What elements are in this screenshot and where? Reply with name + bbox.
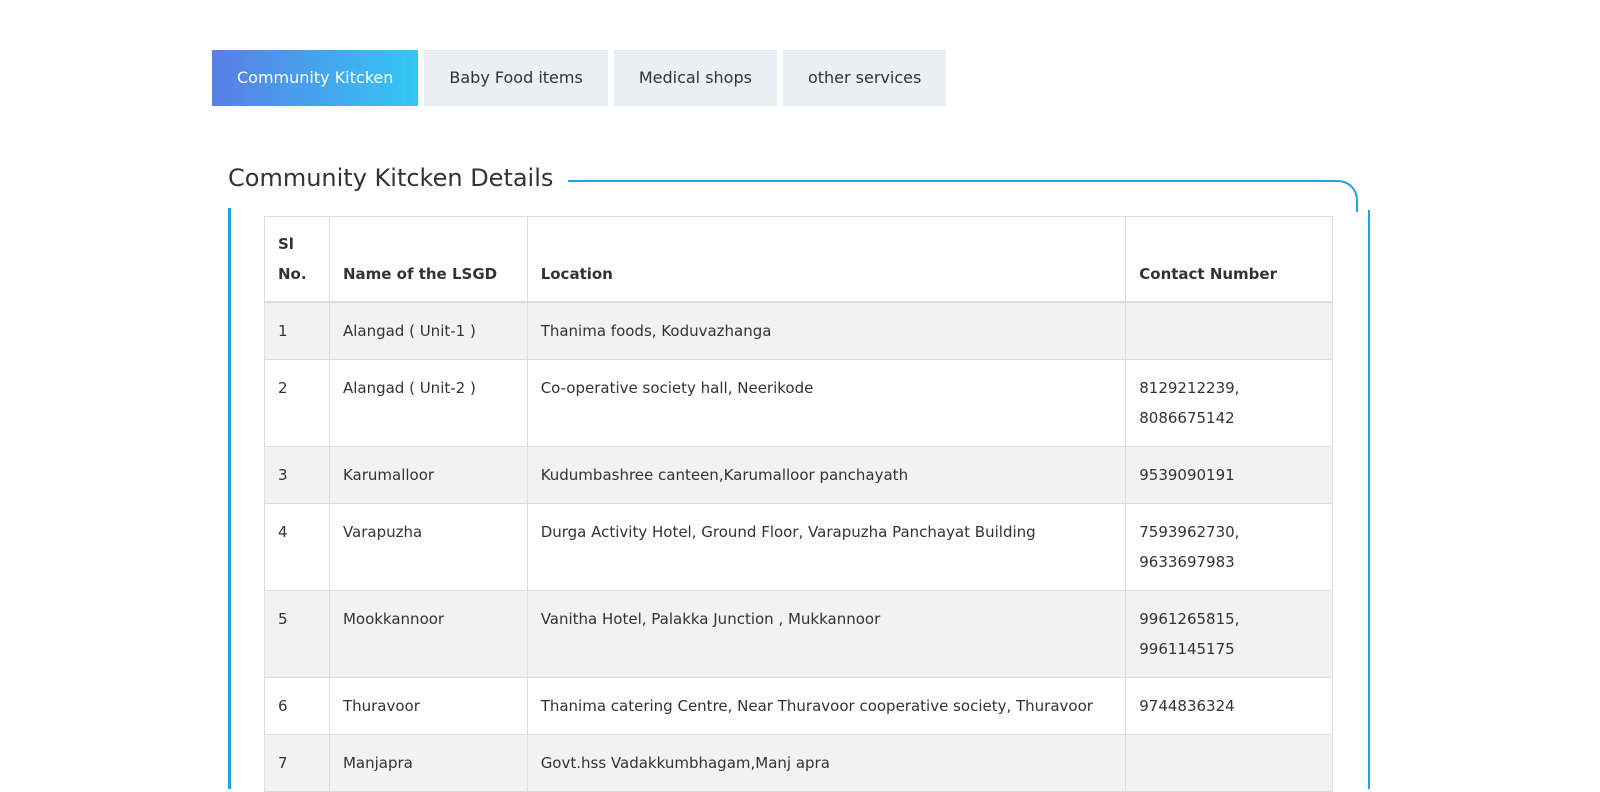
tab-baby-food-items[interactable]: Baby Food items [424, 50, 608, 106]
cell-location: Thanima catering Centre, Near Thuravoor … [526, 677, 1127, 735]
frame-border-left [228, 208, 231, 789]
table-row: 6 Thuravoor Thanima catering Centre, Nea… [264, 677, 1333, 735]
community-kitchen-table: Sl No. Name of the LSGD Location Contact… [264, 216, 1333, 792]
tab-medical-shops[interactable]: Medical shops [613, 50, 777, 106]
cell-lsgd-name: Karumalloor [328, 446, 528, 504]
contact-number: 8086675142 [1139, 409, 1235, 427]
cell-lsgd-name: Alangad ( Unit-2 ) [328, 359, 528, 447]
cell-sl-no: 7 [264, 734, 330, 792]
cell-location: Govt.hss Vadakkumbhagam,Manj apra [526, 734, 1127, 792]
contact-number: 7593962730, [1139, 523, 1240, 541]
cell-contact: 9744836324 [1125, 677, 1333, 735]
cell-sl-no: 4 [264, 503, 330, 591]
cell-location: Co-operative society hall, Neerikode [526, 359, 1127, 447]
table-header-row: Sl No. Name of the LSGD Location Contact… [264, 216, 1333, 303]
cell-sl-no: 2 [264, 359, 330, 447]
tab-community-kitchen[interactable]: Community Kitcken [212, 50, 419, 106]
cell-lsgd-name: Manjapra [328, 734, 528, 792]
cell-contact: 7593962730, 9633697983 [1125, 503, 1333, 591]
table-row: 2 Alangad ( Unit-2 ) Co-operative societ… [264, 359, 1333, 447]
table-row: 5 Mookkannoor Vanitha Hotel, Palakka Jun… [264, 590, 1333, 678]
contact-number: 9961265815, [1139, 610, 1240, 628]
cell-contact [1125, 301, 1333, 360]
cell-location: Kudumbashree canteen,Karumalloor panchay… [526, 446, 1127, 504]
contact-number: 9744836324 [1139, 697, 1235, 715]
cell-location: Vanitha Hotel, Palakka Junction , Mukkan… [526, 590, 1127, 678]
cell-sl-no: 5 [264, 590, 330, 678]
cell-sl-no: 3 [264, 446, 330, 504]
header-lsgd-name: Name of the LSGD [328, 216, 528, 303]
cell-lsgd-name: Alangad ( Unit-1 ) [328, 301, 528, 360]
table-row: 4 Varapuzha Durga Activity Hotel, Ground… [264, 503, 1333, 591]
table-row: 1 Alangad ( Unit-1 ) Thanima foods, Kodu… [264, 301, 1333, 360]
cell-contact: 9961265815, 9961145175 [1125, 590, 1333, 678]
table-row: 3 Karumalloor Kudumbashree canteen,Karum… [264, 446, 1333, 504]
contact-number: 9539090191 [1139, 466, 1235, 484]
cell-location: Durga Activity Hotel, Ground Floor, Vara… [526, 503, 1127, 591]
cell-lsgd-name: Varapuzha [328, 503, 528, 591]
cell-contact [1125, 734, 1333, 792]
header-sl-no: Sl No. [264, 216, 330, 303]
contact-number: 9633697983 [1139, 553, 1235, 571]
tab-other-services[interactable]: other services [782, 50, 947, 106]
contact-number: 8129212239, [1139, 379, 1240, 397]
cell-lsgd-name: Thuravoor [328, 677, 528, 735]
tab-bar: Community Kitcken Baby Food items Medica… [212, 50, 947, 106]
table-row: 7 Manjapra Govt.hss Vadakkumbhagam,Manj … [264, 734, 1333, 792]
header-location: Location [526, 216, 1127, 303]
header-contact-number: Contact Number [1125, 216, 1333, 303]
frame-border-top [568, 180, 1358, 212]
contact-number: 9961145175 [1139, 640, 1235, 658]
cell-location: Thanima foods, Koduvazhanga [526, 301, 1127, 360]
section-title: Community Kitcken Details [228, 164, 554, 192]
cell-sl-no: 1 [264, 301, 330, 360]
cell-contact: 9539090191 [1125, 446, 1333, 504]
frame-border-right [1368, 210, 1370, 789]
cell-lsgd-name: Mookkannoor [328, 590, 528, 678]
cell-sl-no: 6 [264, 677, 330, 735]
cell-contact: 8129212239, 8086675142 [1125, 359, 1333, 447]
